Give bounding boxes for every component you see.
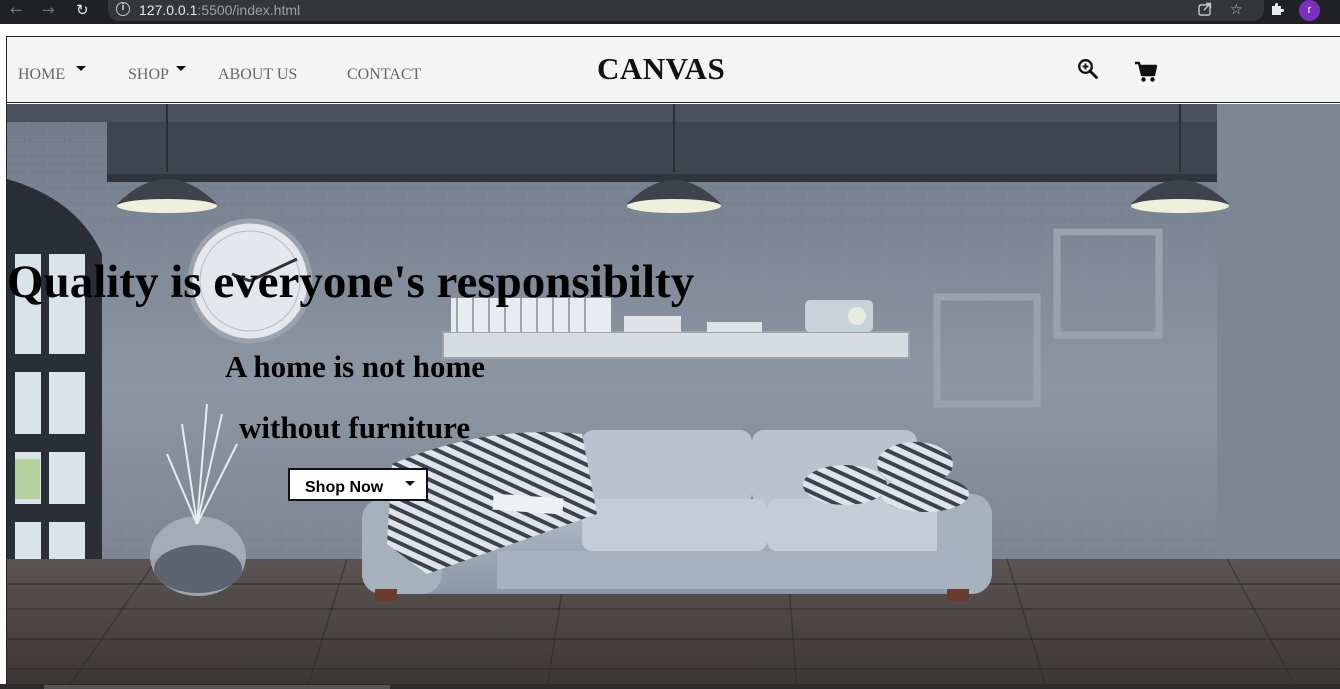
nav-item-home[interactable]: HOME [18,65,65,85]
shop-now-label: Shop Now [305,479,384,496]
hero-subline-2: without furniture [239,410,471,445]
back-arrow-icon[interactable]: ← [10,1,23,19]
share-icon[interactable] [1197,1,1213,22]
scrollbar-thumb[interactable] [44,685,390,689]
hero-headline: Quality is everyone's responsibilty [7,256,695,308]
zoom-search-icon[interactable] [1077,58,1099,85]
address-bar[interactable]: i 127.0.0.1:5500/index.html [108,0,1264,21]
info-icon[interactable]: i [116,2,130,16]
horizontal-scrollbar[interactable] [0,684,1340,689]
nav-item-shop[interactable]: SHOP [128,65,169,85]
shop-now-button[interactable]: Shop Now [288,468,428,501]
bookmark-star-icon[interactable]: ☆ [1230,1,1243,19]
site-navbar: HOME SHOP ABOUT US CONTACT CANVAS [7,36,1340,103]
hero-subline-1: A home is not home [225,349,486,384]
reload-icon[interactable]: ↻ [76,1,89,19]
nav-item-contact[interactable]: CONTACT [347,65,421,85]
extensions-puzzle-icon[interactable] [1269,1,1285,22]
profile-avatar[interactable]: r [1299,0,1320,21]
browser-toolbar: ← → ↻ i 127.0.0.1:5500/index.html ☆ r [0,0,1340,24]
url-host: 127.0.0.1 [139,2,198,18]
shop-dropdown-caret-icon[interactable] [176,66,186,71]
cart-icon[interactable] [1134,61,1158,88]
url-text[interactable]: 127.0.0.1:5500/index.html [139,1,300,19]
nav-item-about-us[interactable]: ABOUT US [218,65,297,85]
hero-banner: Quality is everyone's responsibilty A ho… [7,104,1340,689]
brand-logo-text[interactable]: CANVAS [597,50,725,88]
home-dropdown-caret-icon[interactable] [76,66,86,71]
url-path: :5500/index.html [197,2,301,18]
forward-arrow-icon[interactable]: → [42,1,55,19]
web-page: HOME SHOP ABOUT US CONTACT CANVAS Qualit… [6,36,1340,689]
chevron-down-icon [405,481,415,486]
hero-background-image [7,104,1340,689]
